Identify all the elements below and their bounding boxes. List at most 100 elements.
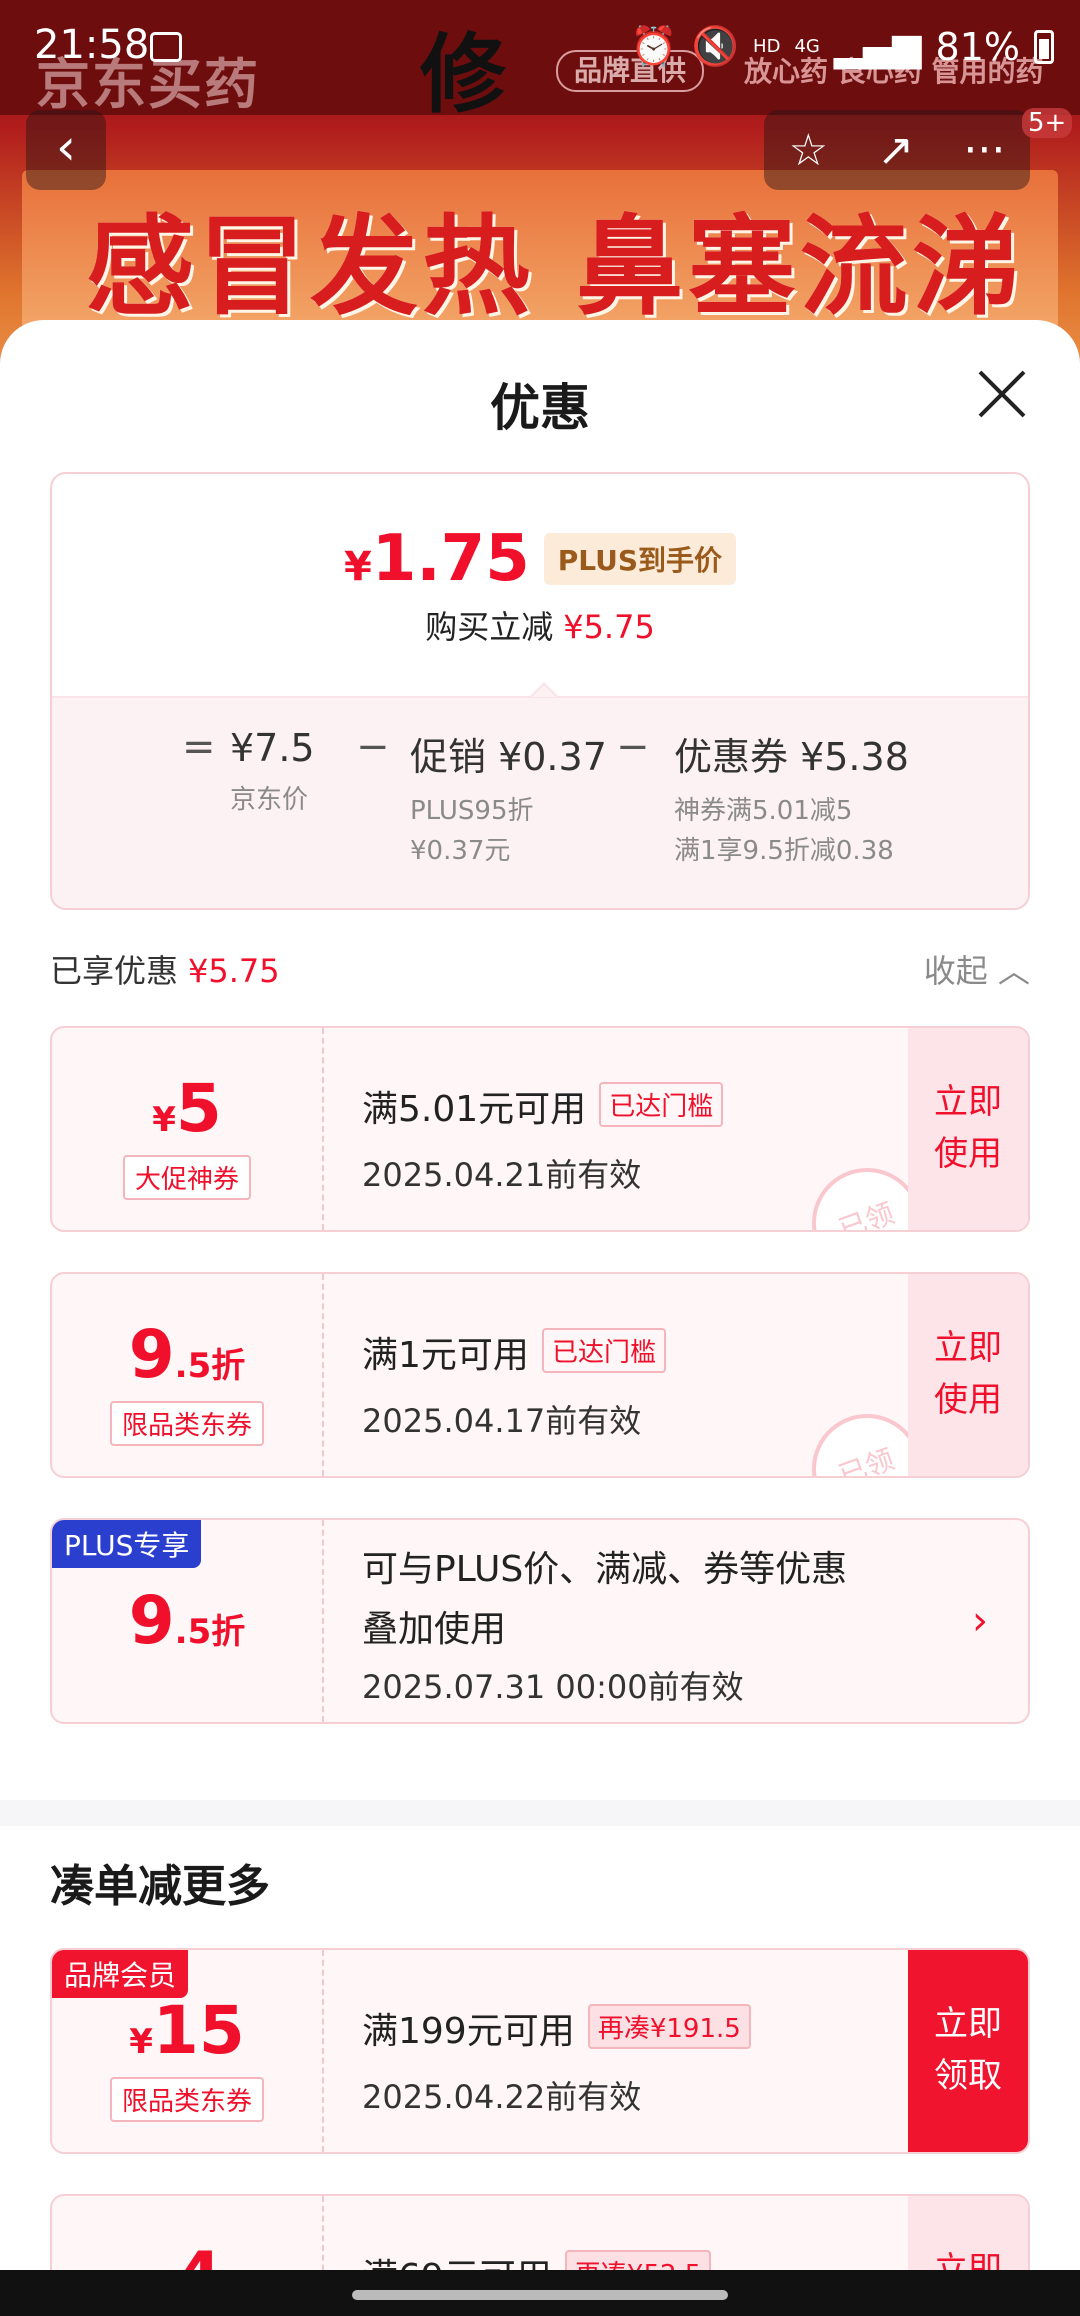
enjoyed-label: 已享优惠	[50, 952, 179, 990]
use-now-button[interactable]: 立即 使用	[908, 1274, 1028, 1476]
coupon-block: 优惠券 ¥5.38 神券满5.01减5 满1享9.5折减0.38	[674, 726, 909, 871]
coupon-validity: 2025.04.22前有效	[362, 2078, 642, 2116]
battery-percent: 81%	[935, 24, 1020, 69]
coupon-info: 满69元可用 再凑¥52.5	[362, 2248, 712, 2270]
claim-now-line1: 立即	[934, 2250, 1002, 2270]
coupon-detail-line2: 满1享9.5折减0.38	[674, 836, 894, 866]
gallery-notification-icon	[150, 32, 182, 62]
coupon-amount-value: 4	[176, 2238, 222, 2270]
network-indicator: 4G	[794, 36, 820, 57]
threshold-reached-tag: 已达门槛	[542, 1328, 667, 1373]
coupon-condition: 满1元可用	[362, 1335, 529, 1376]
coupon-info: 满5.01元可用 已达门槛 2025.04.21前有效	[362, 1080, 724, 1196]
jd-price-label: 京东价	[230, 785, 309, 815]
coupon-amount: ¥4	[52, 2238, 322, 2270]
final-price: ¥1.75 PLUS到手价	[52, 522, 1028, 596]
currency-symbol: ¥	[343, 544, 372, 590]
coupon-validity: 2025.04.21前有效	[362, 1156, 642, 1194]
threshold-reached-tag: 已达门槛	[599, 1082, 724, 1127]
coupon-amount-value: 5	[175, 1070, 222, 1147]
coupon-card: 9.5折 限品类东券 满1元可用 已达门槛 2025.04.17前有效 已领 立…	[50, 1272, 1030, 1478]
coupon-card: ¥5 大促神券 满5.01元可用 已达门槛 2025.04.21前有效 已领 立…	[50, 1026, 1030, 1232]
coupon-amount: 9.5折	[52, 1582, 322, 1659]
coupon-amount: ¥15	[52, 1992, 322, 2069]
coupon-validity: 2025.07.31 00:00前有效	[362, 1668, 744, 1706]
message-count-badge: 5+	[1022, 108, 1073, 138]
promo-block: 促销 ¥0.37 PLUS95折 ¥0.37元	[410, 726, 607, 871]
hd-indicator: HD	[753, 36, 781, 57]
favorite-star-icon[interactable]: ☆	[789, 125, 828, 176]
coupon-type: 限品类东券	[109, 2077, 264, 2122]
coupon-detail: 神券满5.01减5 满1享9.5折减0.38	[674, 791, 909, 871]
plus-exclusive-badge: PLUS专享	[52, 1520, 202, 1568]
price-breakdown: = ¥7.5 京东价 − 促销 ¥0.37 PLUS95折 ¥0.37元 − 优…	[52, 682, 1028, 908]
coupon-amount-value: 15	[152, 1992, 245, 2069]
plus-desc-line1: 可与PLUS价、满减、券等优惠	[362, 1549, 848, 1590]
more-coupon-card: ¥4 满69元可用 再凑¥52.5 立即	[50, 2194, 1030, 2270]
coupon-info: 可与PLUS价、满减、券等优惠 叠加使用 2025.07.31 00:00前有效	[362, 1540, 922, 1708]
coupon-value-panel: ¥4	[52, 2196, 324, 2270]
coupon-amount: ¥5	[52, 1070, 322, 1147]
coupon-type: 限品类东券	[109, 1401, 264, 1446]
use-now-line2: 使用	[934, 1134, 1002, 1174]
enjoyed-value: ¥5.75	[188, 952, 280, 990]
coupon-validity: 2025.04.17前有效	[362, 1402, 642, 1440]
plus-desc-line2: 叠加使用	[362, 1609, 507, 1650]
chevron-left-icon: ‹	[56, 118, 76, 176]
coupon-amount-suffix: .5折	[174, 1612, 246, 1652]
brand-member-badge: 品牌会员	[52, 1950, 189, 1998]
coupon-condition: 满69元可用	[362, 2257, 552, 2270]
coupon-amount: 9.5折	[52, 1316, 322, 1393]
promo-amount: 促销 ¥0.37	[410, 735, 607, 779]
plus-discount-card[interactable]: 9.5折 PLUS专享 可与PLUS价、满减、券等优惠 叠加使用 2025.07…	[50, 1518, 1030, 1724]
promo-detail-line2: ¥0.37元	[410, 836, 511, 866]
plus-price-tag: PLUS到手价	[543, 533, 737, 585]
close-icon[interactable]	[974, 366, 1030, 422]
coupon-value-panel: 9.5折 限品类东券	[52, 1274, 324, 1476]
coupon-value-panel: ¥5 大促神券	[52, 1028, 324, 1230]
use-now-line1: 立即	[934, 1328, 1002, 1368]
share-icon[interactable]: ↗	[877, 125, 914, 176]
alarm-icon: ⏰	[630, 24, 678, 68]
claim-now-line1: 立即	[934, 2004, 1002, 2044]
status-indicators: ⏰ 🔇 HD 4G ▂▄▆ 81%	[630, 24, 1054, 69]
coupon-amount-suffix: .5折	[174, 1346, 246, 1386]
claim-now-button[interactable]: 立即	[908, 2196, 1028, 2270]
battery-icon	[1034, 29, 1054, 64]
collapse-button[interactable]: 收起 ︿	[924, 946, 1030, 992]
top-action-group: ☆ ↗ ···	[764, 110, 1030, 190]
plus-desc: 可与PLUS价、满减、券等优惠 叠加使用	[362, 1540, 922, 1660]
claim-now-line2: 领取	[934, 2056, 1002, 2096]
back-button[interactable]: ‹	[26, 110, 106, 190]
sheet-title: 优惠	[490, 379, 590, 437]
minus-sign: −	[356, 724, 390, 770]
home-indicator[interactable]	[352, 2290, 728, 2300]
chevron-up-icon: ︿	[997, 952, 1030, 990]
use-now-button[interactable]: 立即 使用	[908, 1028, 1028, 1230]
mute-icon: 🔇	[691, 24, 740, 68]
use-now-line1: 立即	[934, 1082, 1002, 1122]
final-price-section: ¥1.75 PLUS到手价 购买立减 ¥5.75	[52, 474, 1028, 696]
coupon-condition: 满5.01元可用	[362, 1089, 587, 1130]
coupon-info: 满1元可用 已达门槛 2025.04.17前有效	[362, 1326, 667, 1442]
more-icon[interactable]: ···	[963, 125, 1005, 176]
add-more-tag: 再凑¥52.5	[564, 2250, 712, 2270]
jd-price: ¥7.5	[230, 726, 315, 770]
coupon-amount-value: 9	[128, 1316, 175, 1393]
coupon-detail-line1: 神券满5.01减5	[674, 796, 853, 826]
claim-now-button[interactable]: 立即 领取	[908, 1950, 1028, 2152]
currency-symbol: ¥	[152, 1100, 176, 1140]
reduce-value: ¥5.75	[563, 608, 655, 646]
use-now-line2: 使用	[934, 1380, 1002, 1420]
coupon-amount: 优惠券 ¥5.38	[674, 735, 909, 779]
promo-detail-line1: PLUS95折	[410, 796, 534, 826]
currency-symbol: ¥	[129, 2022, 153, 2062]
coupon-info: 满199元可用 再凑¥191.5 2025.04.22前有效	[362, 2002, 751, 2118]
enjoyed-discount: 已享优惠 ¥5.75	[50, 946, 280, 992]
instant-reduce-line: 购买立减 ¥5.75	[52, 602, 1028, 648]
price-summary-card: ¥1.75 PLUS到手价 购买立减 ¥5.75 = ¥7.5 京东价 − 促销 …	[50, 472, 1030, 910]
coupon-type: 大促神券	[122, 1155, 251, 1200]
discount-sheet: 优惠 ¥1.75 PLUS到手价 购买立减¥5.75 = ¥7.5 京东价 −	[0, 320, 1080, 2270]
signal-icon: ▂▄▆	[833, 24, 922, 69]
section-divider	[0, 1800, 1080, 1826]
